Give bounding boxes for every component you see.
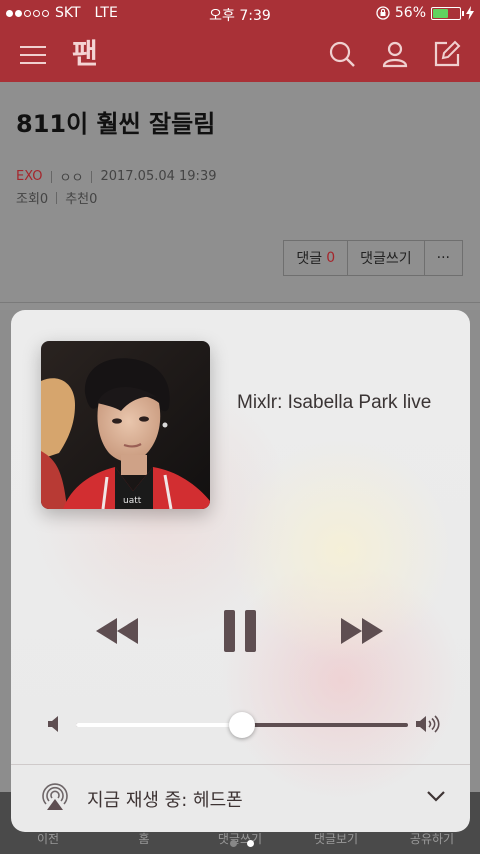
volume-slider-thumb[interactable] <box>229 712 255 738</box>
volume-high-icon <box>416 715 440 733</box>
battery-percent: 56% <box>394 5 426 21</box>
battery-icon <box>431 6 464 20</box>
clock: 오후 7:39 <box>209 8 271 24</box>
now-playing-card: uatt Mixlr: Isabella Park live 지금 재생 중: … <box>11 310 470 832</box>
write-comment-button[interactable]: 댓글쓰기 <box>348 241 425 275</box>
status-bar: SKT LTE 오후 7:39 56% <box>0 0 480 28</box>
card-divider <box>11 764 470 765</box>
page-indicator <box>230 840 254 847</box>
svg-text:uatt: uatt <box>123 496 142 506</box>
views-count: 0 <box>39 192 49 207</box>
likes-count: 0 <box>89 192 98 207</box>
comments-count: 0 <box>326 250 336 266</box>
nav-home[interactable]: 홈 <box>96 830 192 847</box>
comments-label: 댓글 <box>296 251 323 267</box>
post-meta: EXO ㅇㅇ 2017.05.04 19:39 <box>16 167 216 186</box>
post-stats: 조회0 추천0 <box>16 188 97 207</box>
user-icon[interactable] <box>381 40 409 68</box>
output-route-label[interactable]: 지금 재생 중: 헤드폰 <box>87 786 243 812</box>
album-artwork: uatt <box>41 341 210 509</box>
track-title: Mixlr: Isabella Park live <box>237 392 432 413</box>
app-logo[interactable]: 팬 <box>72 36 108 72</box>
orientation-lock-icon <box>376 6 390 20</box>
nav-prev[interactable]: 이전 <box>0 830 96 847</box>
app-header: 팬 <box>0 28 480 82</box>
charging-icon <box>466 6 474 20</box>
search-icon[interactable] <box>328 40 356 68</box>
airplay-icon[interactable] <box>39 780 71 812</box>
post-author[interactable]: ㅇㅇ <box>60 167 84 186</box>
post-actions: 댓글 0 댓글쓰기 ··· <box>283 240 463 276</box>
nav-share[interactable]: 공유하기 <box>384 830 480 847</box>
likes-label: 추천 <box>65 192 90 207</box>
divider <box>0 302 480 303</box>
pause-icon[interactable] <box>224 610 258 652</box>
compose-icon[interactable] <box>433 40 461 68</box>
rewind-icon[interactable] <box>96 618 140 644</box>
post-date: 2017.05.04 19:39 <box>100 169 217 184</box>
views-label: 조회 <box>16 192 40 207</box>
post-header: 811이 훨씬 잘들림 EXO ㅇㅇ 2017.05.04 19:39 조회0 … <box>0 82 480 310</box>
chevron-down-icon[interactable] <box>426 790 446 802</box>
menu-icon[interactable] <box>20 45 46 65</box>
nav-view-comments[interactable]: 댓글보기 <box>288 830 384 847</box>
comments-button[interactable]: 댓글 0 <box>284 241 349 275</box>
more-button[interactable]: ··· <box>425 241 462 275</box>
fast-forward-icon[interactable] <box>341 618 385 644</box>
volume-low-icon <box>48 716 58 732</box>
post-title: 811이 훨씬 잘들림 <box>16 110 216 138</box>
post-category[interactable]: EXO <box>16 169 43 184</box>
